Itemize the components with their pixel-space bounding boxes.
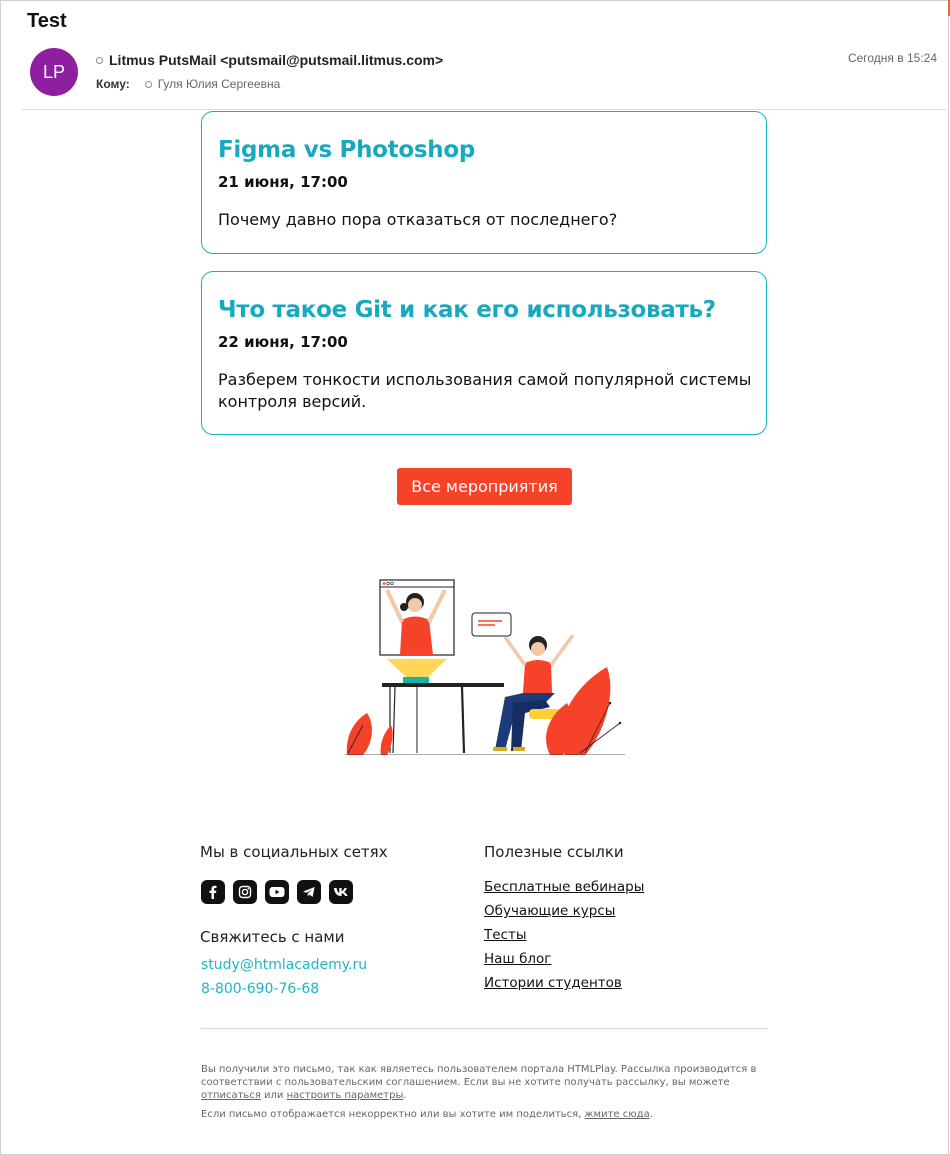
event-date: 22 июня, 17:00: [218, 333, 348, 351]
email-date: Сегодня в 15:24: [847, 51, 937, 65]
email-subject: Test: [27, 10, 67, 32]
event-description: Разберем тонкости использования самой по…: [218, 370, 752, 411]
sender-row[interactable]: Litmus PutsMail <putsmail@putsmail.litmu…: [96, 52, 443, 68]
recipient-row: Кому: Гуля Юлия Сергеевна: [96, 77, 280, 91]
all-events-button[interactable]: Все мероприятия: [397, 468, 572, 505]
facebook-icon[interactable]: [201, 880, 225, 904]
window-border-right: [948, 0, 949, 1155]
view-in-browser-link[interactable]: жмите сюда: [585, 1109, 650, 1120]
social-icons: [201, 880, 353, 904]
unsubscribe-link[interactable]: отписаться: [201, 1090, 261, 1101]
window-border-left: [0, 0, 1, 1155]
link-blog[interactable]: Наш блог: [484, 951, 644, 968]
sender-status-icon: [96, 56, 103, 64]
contact-heading: Свяжитесь с нами: [200, 928, 345, 946]
event-title[interactable]: Figma vs Photoshop: [218, 137, 475, 163]
useful-links-list: Бесплатные вебинары Обучающие курсы Тест…: [484, 879, 644, 999]
contact-phone-link[interactable]: 8-800-690-76-68: [201, 981, 319, 997]
link-courses[interactable]: Обучающие курсы: [484, 903, 644, 920]
instagram-icon[interactable]: [233, 880, 257, 904]
vk-icon[interactable]: [329, 880, 353, 904]
contact-email-link[interactable]: study@htmlacademy.ru: [201, 957, 367, 973]
view-end: .: [649, 1109, 653, 1120]
legal-or: или: [260, 1090, 287, 1101]
settings-link[interactable]: настроить параметры: [287, 1090, 404, 1101]
legal-notice: Вы получили это письмо, так как являетес…: [201, 1063, 771, 1102]
view-text: Если письмо отображается некорректно или…: [201, 1109, 585, 1120]
recipient-status-icon: [144, 80, 152, 88]
to-label: Кому:: [96, 77, 130, 91]
header-divider: [22, 109, 946, 110]
social-heading: Мы в социальных сетях: [200, 843, 388, 861]
event-date: 21 июня, 17:00: [218, 173, 348, 191]
view-in-browser-notice: Если письмо отображается некорректно или…: [201, 1108, 771, 1121]
window-border-top: [0, 0, 950, 1]
event-title[interactable]: Что такое Git и как его использовать?: [218, 297, 716, 323]
sender-avatar[interactable]: LP: [30, 48, 78, 96]
webinar-illustration: [345, 579, 625, 755]
legal-end: .: [403, 1090, 407, 1101]
footer-divider: [201, 1028, 768, 1029]
sender-name[interactable]: Litmus PutsMail <putsmail@putsmail.litmu…: [109, 52, 443, 68]
avatar-initials: LP: [42, 61, 66, 82]
link-tests[interactable]: Тесты: [484, 927, 644, 944]
recipient-name[interactable]: Гуля Юлия Сергеевна: [158, 77, 281, 91]
links-heading: Полезные ссылки: [484, 843, 624, 861]
youtube-icon[interactable]: [265, 880, 289, 904]
event-description: Почему давно пора отказаться от последне…: [218, 210, 618, 229]
link-student-stories[interactable]: Истории студентов: [484, 975, 644, 992]
telegram-icon[interactable]: [297, 880, 321, 904]
legal-text: Вы получили это письмо, так как являетес…: [201, 1064, 757, 1088]
link-free-webinars[interactable]: Бесплатные вебинары: [484, 879, 644, 896]
event-card: Figma vs Photoshop 21 июня, 17:00 Почему…: [201, 111, 767, 254]
event-card: Что такое Git и как его использовать? 22…: [201, 271, 767, 435]
